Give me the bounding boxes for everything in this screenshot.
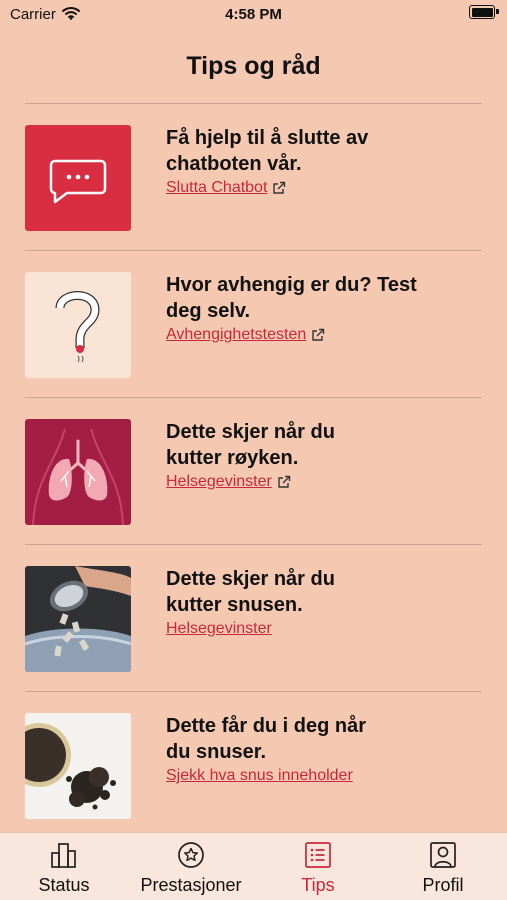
snus-tobacco-photo xyxy=(25,713,131,819)
external-link-icon xyxy=(312,328,325,341)
item-heading: Dette skjer når du kutter røyken. xyxy=(166,421,335,469)
tips-list: Få hjelp til å slutte av chatboten vår. … xyxy=(25,103,482,838)
star-badge-icon xyxy=(178,842,204,868)
tab-label: Tips xyxy=(301,875,335,895)
item-heading: Hvor avhengig er du? Test deg selv. xyxy=(166,274,417,322)
list-item: Dette skjer når du kutter røyken. Helseg… xyxy=(25,397,482,544)
item-heading: Få hjelp til å slutte av chatboten vår. xyxy=(166,127,369,175)
list-item: Dette skjer når du kutter snusen. Helseg… xyxy=(25,544,482,691)
external-link-icon xyxy=(278,475,291,488)
bar-chart-icon xyxy=(51,843,76,868)
page-title: Tips og råd xyxy=(186,52,321,80)
snus-can-photo xyxy=(25,566,131,672)
slutta-chatbot-link[interactable]: Slutta Chatbot xyxy=(166,179,286,197)
tab-tips[interactable]: Tips xyxy=(278,833,358,900)
battery-icon xyxy=(469,5,499,19)
list-item: Dette får du i deg når du snuser. Sjekk … xyxy=(25,691,482,838)
snus-innhold-link[interactable]: Sjekk hva snus inneholder xyxy=(166,767,353,785)
lungs-illustration xyxy=(25,419,131,525)
item-heading: Dette får du i deg når du snuser. xyxy=(166,715,367,763)
tab-label: Prestasjoner xyxy=(140,875,242,895)
tab-prestasjoner[interactable]: Prestasjoner xyxy=(131,833,251,900)
cigarette-question-mark-illustration xyxy=(25,272,131,378)
tab-label: Profil xyxy=(422,875,464,895)
item-heading: Dette skjer når du kutter snusen. xyxy=(166,568,335,616)
tab-status[interactable]: Status xyxy=(24,833,104,900)
helsegevinster-royk-link[interactable]: Helsegevinster xyxy=(166,473,291,491)
list-icon xyxy=(305,842,331,868)
list-item: Hvor avhengig er du? Test deg selv. Avhe… xyxy=(25,250,482,397)
helsegevinster-snus-link[interactable]: Helsegevinster xyxy=(166,620,272,638)
external-link-icon xyxy=(273,181,286,194)
list-item: Få hjelp til å slutte av chatboten vår. … xyxy=(25,103,482,250)
tab-bar: Status Prestasjoner Tips Profil xyxy=(0,832,507,900)
chat-bubble-icon xyxy=(25,125,131,231)
tab-label: Status xyxy=(38,875,90,895)
tab-profil[interactable]: Profil xyxy=(403,833,483,900)
avhengighetstesten-link[interactable]: Avhengighetstesten xyxy=(166,326,325,344)
status-bar: Carrier 4:58 PM xyxy=(0,0,507,30)
profile-icon xyxy=(430,842,456,868)
clock: 4:58 PM xyxy=(225,6,282,23)
